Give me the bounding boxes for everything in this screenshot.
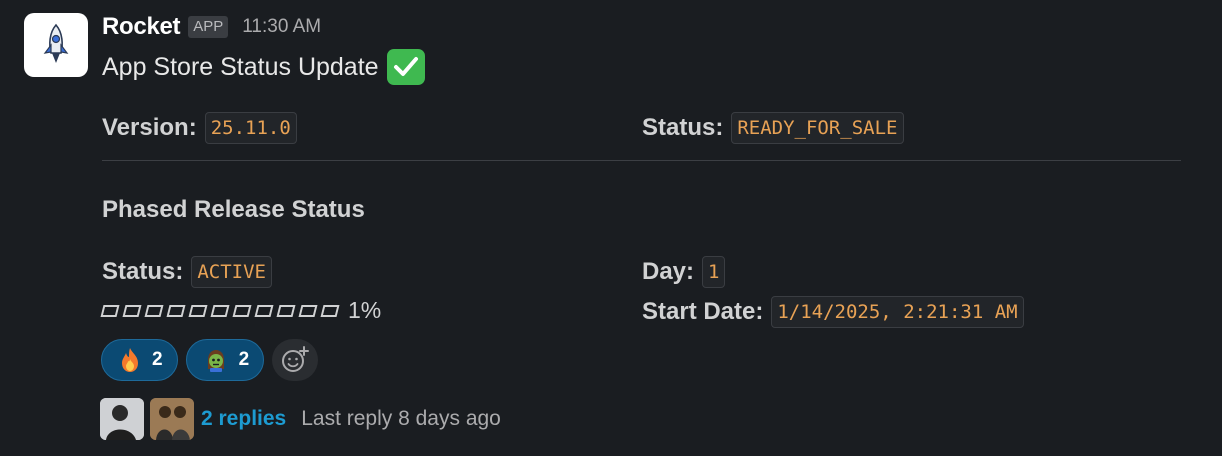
check-mark-icon — [386, 49, 425, 85]
progress-box — [232, 304, 252, 317]
replies-link[interactable]: 2 replies — [201, 407, 286, 431]
bot-avatar[interactable] — [24, 13, 88, 77]
progress-box — [144, 304, 164, 317]
progress-box — [320, 304, 340, 317]
progress-box — [276, 304, 296, 317]
progress-bar: 1% — [100, 297, 382, 324]
fire-icon — [118, 347, 142, 373]
version-field: Version: 25.11.0 — [102, 112, 297, 144]
phased-release-title: Phased Release Status — [102, 196, 365, 223]
version-label: Version: — [102, 114, 197, 141]
reaction-zombie[interactable]: 2 — [185, 339, 265, 381]
message-header: Rocket APP 11:30 AM — [102, 10, 321, 44]
replier-avatar[interactable] — [150, 398, 194, 440]
progress-box — [122, 304, 142, 317]
rocket-icon — [43, 23, 69, 63]
day-value: 1 — [702, 256, 726, 288]
progress-box — [100, 304, 120, 317]
zombie-icon — [203, 347, 229, 373]
phased-status-field: Status: ACTIVE — [102, 256, 272, 288]
app-badge: APP — [188, 16, 229, 38]
message-title-text: App Store Status Update — [102, 52, 379, 81]
progress-percent: 1% — [348, 297, 382, 323]
replier-avatar[interactable] — [100, 398, 144, 440]
reaction-fire-count: 2 — [152, 349, 163, 370]
day-label: Day: — [642, 258, 695, 285]
start-date-value: 1/14/2025, 2:21:31 AM — [771, 296, 1024, 328]
last-reply-text: Last reply 8 days ago — [301, 407, 501, 430]
start-date-field: Start Date: 1/14/2025, 2:21:31 AM — [642, 296, 1024, 328]
message-title: App Store Status Update — [102, 49, 425, 85]
add-reaction-button[interactable] — [272, 339, 319, 381]
progress-box — [210, 304, 230, 317]
reactions: 2 2 — [101, 339, 319, 381]
message: Rocket APP 11:30 AM App Store Status Upd… — [0, 0, 1222, 456]
app-status-label: Status: — [642, 114, 724, 141]
progress-box — [254, 304, 274, 317]
start-date-label: Start Date: — [642, 298, 764, 325]
reaction-fire[interactable]: 2 — [101, 339, 178, 381]
sender-name[interactable]: Rocket — [102, 13, 181, 41]
app-status-value: READY_FOR_SALE — [731, 112, 904, 144]
timestamp[interactable]: 11:30 AM — [242, 16, 321, 38]
app-status-field: Status: READY_FOR_SALE — [642, 112, 904, 144]
phased-status-label: Status: — [102, 258, 184, 285]
reaction-zombie-count: 2 — [238, 349, 250, 370]
phased-status-value: ACTIVE — [191, 256, 272, 288]
progress-box — [298, 304, 318, 317]
thread-summary: 2 replies Last reply 8 days ago — [100, 398, 501, 440]
divider — [102, 160, 1181, 161]
version-value: 25.11.0 — [204, 112, 297, 144]
progress-box — [188, 304, 208, 317]
progress-boxes — [100, 304, 344, 317]
progress-box — [166, 304, 186, 317]
add-emoji-icon — [282, 346, 310, 372]
day-field: Day: 1 — [642, 256, 726, 288]
